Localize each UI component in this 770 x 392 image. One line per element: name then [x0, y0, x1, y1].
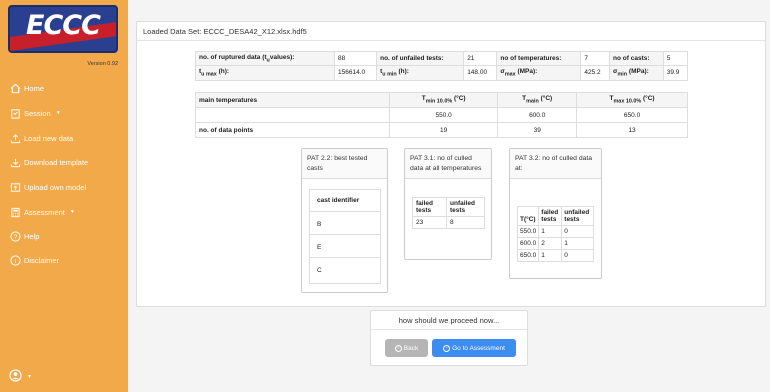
culled-data-table: failed tests unfailed tests 23 8: [412, 197, 485, 229]
sidebar-item-label: Upload own model: [24, 182, 87, 192]
question-circle-icon: ?: [9, 230, 21, 242]
table-row: 550.0 600.0 650.0: [195, 107, 688, 123]
pat-title: PAT 3.2: no of culled data at:: [510, 149, 601, 179]
list-item: B: [310, 212, 380, 235]
sidebar-item-label: Download template: [24, 157, 89, 167]
arrow-left-circle-icon: ‹: [394, 344, 402, 352]
back-button[interactable]: ‹ Back: [385, 339, 428, 357]
svg-text:?: ?: [13, 233, 17, 240]
cast-list[interactable]: cast identifier B E C: [309, 189, 381, 284]
sidebar-item-home[interactable]: Home: [9, 80, 44, 96]
data-overview-panel: Loaded Data Set: ECCC_DESA42_X12.xlsx.hd…: [136, 21, 766, 307]
caret-down-icon: ▼: [55, 110, 61, 116]
download-icon: [9, 156, 21, 168]
sidebar-item-label: Load new data: [24, 133, 74, 143]
sidebar-item-assessment[interactable]: Assessment ▼: [9, 204, 75, 220]
calculator-icon: [9, 206, 21, 218]
go-to-assessment-button[interactable]: › Go to Assessment: [432, 339, 516, 357]
culled-data-by-temperature-table: T(°C) failed tests unfailed tests 550.0 …: [516, 206, 595, 262]
file-upload-icon: [9, 181, 21, 193]
pat-2-2-box: PAT 2.2: best tested casts cast identifi…: [301, 148, 388, 293]
upload-icon: [9, 132, 21, 144]
table-row: main temperatures Tmin 10.0% (°C) Tmain …: [195, 92, 688, 108]
list-item: C: [317, 267, 322, 274]
info-circle-icon: i: [9, 254, 21, 266]
caret-down-icon: ▼: [69, 209, 75, 215]
cast-identifier-header: cast identifier: [310, 190, 380, 212]
sidebar-item-label: Session: [24, 108, 51, 118]
sidebar-item-label: Home: [24, 83, 45, 93]
table-row: failed tests unfailed tests: [412, 197, 485, 217]
pat-title: PAT 3.1: no of culled data at all temper…: [405, 149, 491, 179]
table-row: tu max (h): 156614.0 tu min (h): 148.00 …: [195, 65, 689, 81]
summary-table: no. of ruptured data (tuvalues): 88 no. …: [195, 50, 689, 81]
sidebar: ECCC Version 0.92 Home Session ▼ Load ne…: [0, 0, 128, 392]
version-label: Version 0.92: [87, 61, 118, 67]
eccc-logo: ECCC: [8, 5, 118, 53]
home-icon: [9, 82, 21, 94]
sidebar-item-disclaimer[interactable]: i Disclaimer: [9, 252, 59, 268]
user-circle-icon: [9, 369, 22, 384]
temperatures-table: main temperatures Tmin 10.0% (°C) Tmain …: [195, 92, 688, 138]
sidebar-item-label: Help: [24, 231, 40, 241]
loaded-dataset-title: Loaded Data Set: ECCC_DESA42_X12.xlsx.hd…: [137, 22, 765, 41]
pat-title: PAT 2.2: best tested casts: [302, 149, 387, 179]
sidebar-item-help[interactable]: ? Help: [9, 228, 39, 244]
svg-text:i: i: [14, 258, 16, 265]
pat-3-2-box: PAT 3.2: no of culled data at: T(°C) fai…: [509, 148, 602, 279]
table-row: no. of ruptured data (tuvalues): 88 no. …: [195, 50, 689, 67]
sidebar-item-download-template[interactable]: Download template: [9, 154, 88, 170]
caret-down-icon: ▼: [27, 373, 32, 380]
table-row: 600.0 2 1: [516, 237, 595, 250]
table-row: 650.0 1 0: [516, 249, 595, 262]
table-row: 550.0 1 0: [516, 225, 595, 238]
table-row: 23 8: [412, 216, 485, 229]
proceed-box: how should we proceed now... ‹ Back › Go…: [370, 310, 528, 366]
sidebar-item-label: Assessment: [24, 207, 65, 217]
sidebar-item-session[interactable]: Session ▼: [9, 105, 61, 121]
sidebar-item-load-new-data[interactable]: Load new data: [9, 130, 73, 146]
arrow-right-circle-icon: ›: [443, 344, 451, 352]
sidebar-item-upload-own-model[interactable]: Upload own model: [9, 179, 86, 195]
proceed-title: how should we proceed now...: [371, 311, 527, 330]
table-row: T(°C) failed tests unfailed tests: [516, 206, 595, 226]
pat-3-1-box: PAT 3.1: no of culled data at all temper…: [404, 148, 492, 260]
sidebar-item-label: Disclaimer: [24, 255, 60, 265]
clipboard-icon: [9, 107, 21, 119]
list-item: E: [310, 235, 380, 258]
table-row: no. of data points 19 39 13: [195, 122, 688, 138]
user-menu[interactable]: ▼: [9, 369, 32, 384]
